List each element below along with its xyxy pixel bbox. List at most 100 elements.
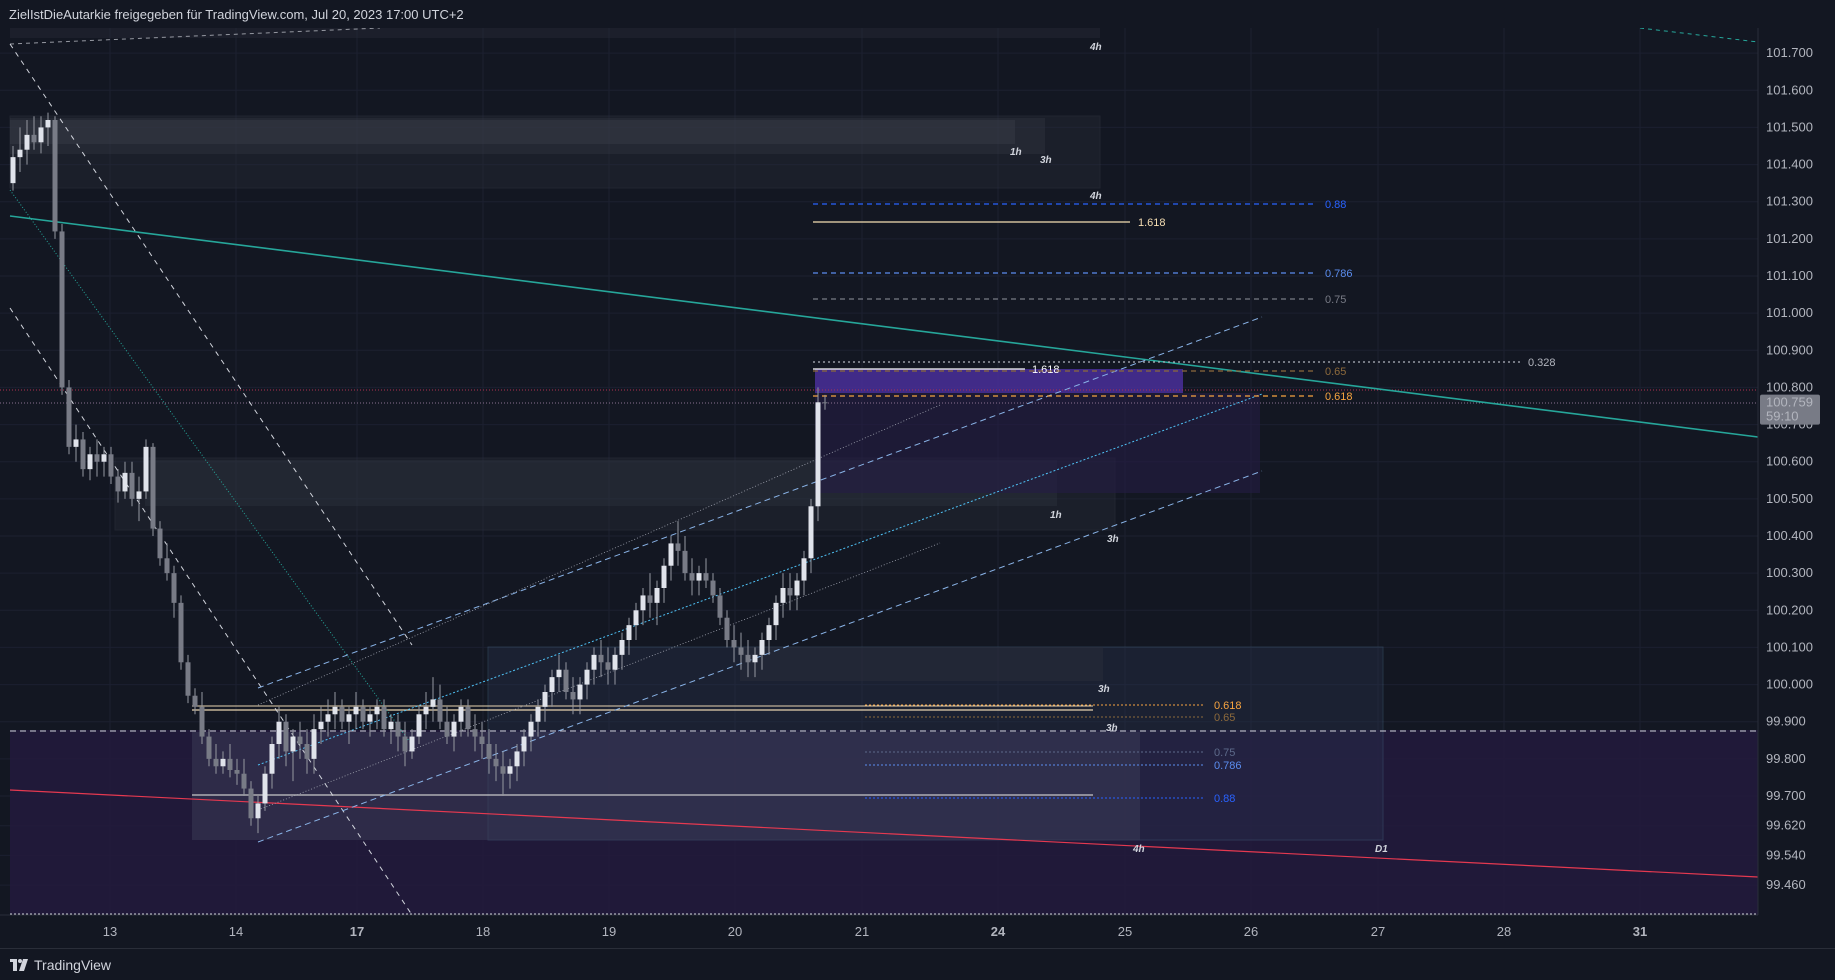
candle-body — [528, 721, 534, 737]
candle-body — [59, 231, 65, 388]
time-axis-label-19: 19 — [602, 924, 616, 939]
trendline-teal-dashed — [1639, 27, 1759, 43]
price-axis-tick: 101.100 — [1766, 268, 1813, 283]
zone-label-3h: 3h — [1107, 534, 1119, 545]
candle-body — [122, 472, 128, 492]
candle-body — [815, 402, 821, 507]
candle-body — [101, 454, 107, 462]
candle-body — [444, 721, 450, 737]
candle-body — [150, 446, 156, 529]
candle-body — [129, 472, 135, 499]
candle-body — [311, 729, 317, 759]
fib-upper-label-0_786: 0.786 — [1325, 268, 1353, 280]
price-axis-tick: 100.500 — [1766, 491, 1813, 506]
candle-body — [605, 662, 611, 670]
candle-body — [430, 699, 436, 707]
fib-upper-label-1_618: 1.618 — [1032, 364, 1060, 376]
chart-header: ZielIstDieAutarkie freigegeben für Tradi… — [0, 0, 1835, 28]
candle-body — [213, 758, 219, 767]
candle-body — [731, 640, 737, 648]
price-axis-tick: 100.100 — [1766, 639, 1813, 654]
candle-body — [458, 706, 464, 722]
channel-zone — [815, 393, 1260, 493]
zone-label-1h: 1h — [1010, 147, 1022, 158]
candle-body — [493, 758, 499, 767]
candle-body — [570, 692, 576, 700]
candle-body — [500, 766, 506, 774]
candle-body — [822, 402, 828, 404]
candle-body — [38, 127, 44, 143]
candle-body — [696, 573, 702, 581]
candle-body — [416, 714, 422, 737]
fib-upper-label-1_618: 1.618 — [1138, 217, 1166, 229]
candle-body — [710, 580, 716, 596]
zone-label-3h: 3h — [1040, 155, 1052, 166]
current-price-label: 100.759 — [1766, 395, 1813, 410]
candle-body — [514, 751, 520, 767]
candle-body — [654, 588, 660, 603]
candle-body — [199, 706, 205, 737]
candle-body — [787, 588, 793, 596]
candle-body — [262, 773, 268, 804]
fib-upper-label-0_88: 0.88 — [1325, 199, 1346, 211]
time-axis-label-17: 17 — [350, 924, 364, 939]
candle-body — [402, 736, 408, 752]
footer-bar: TradingView — [0, 948, 1835, 980]
candle-body — [241, 773, 247, 789]
fib-upper-label-0_328: 0.328 — [1528, 357, 1556, 369]
candle-body — [304, 744, 310, 759]
candle-body — [94, 454, 100, 462]
fib-lower-label-0_75: 0.75 — [1214, 747, 1235, 759]
candle-body — [409, 736, 415, 752]
price-axis-tick: 100.800 — [1766, 379, 1813, 394]
fib-lower-label-0_65: 0.65 — [1214, 712, 1235, 724]
candle-body — [577, 684, 583, 700]
candle-body — [472, 729, 478, 737]
tradingview-logo[interactable]: TradingView — [10, 957, 111, 973]
candle-body — [346, 714, 352, 722]
candle-body — [297, 736, 303, 744]
candle-body — [451, 721, 457, 737]
price-axis-tick: 99.540 — [1766, 847, 1806, 862]
candle-body — [801, 558, 807, 581]
zone-label-D1: D1 — [1375, 844, 1388, 855]
fib-upper-label-0_65: 0.65 — [1325, 366, 1346, 378]
candle-body — [115, 476, 121, 492]
time-axis-label-25: 25 — [1118, 924, 1132, 939]
time-axis-label-31: 31 — [1633, 924, 1647, 939]
supply-zone — [815, 369, 1183, 393]
time-axis-label-13: 13 — [103, 924, 117, 939]
price-axis-tick: 99.700 — [1766, 788, 1806, 803]
candle-body — [759, 640, 765, 655]
price-axis-tick: 101.200 — [1766, 231, 1813, 246]
price-chart[interactable]: 0.881.6180.7860.750.3281.618 0.650.6180.6… — [0, 0, 1835, 979]
candle-body — [633, 610, 639, 626]
fib-lower-label-0_786: 0.786 — [1214, 760, 1242, 772]
candle-body — [276, 721, 282, 744]
price-axis-tick: 100.200 — [1766, 602, 1813, 617]
candle-body — [521, 736, 527, 752]
zone-label-4h: 4h — [1089, 191, 1102, 202]
price-axis-tick: 101.000 — [1766, 305, 1813, 320]
candle-body — [381, 706, 387, 730]
candle-body — [619, 640, 625, 655]
candle-body — [766, 625, 772, 640]
candle-body — [486, 744, 492, 759]
fib-upper-label-0_75: 0.75 — [1325, 294, 1346, 306]
time-axis-label-14: 14 — [229, 924, 243, 939]
candle-body — [752, 654, 758, 663]
candle-body — [353, 706, 359, 715]
candle-body — [794, 580, 800, 596]
candle-body — [640, 595, 646, 611]
price-axis-tick: 100.300 — [1766, 565, 1813, 580]
candle-body — [703, 573, 709, 581]
zone-3h-low — [740, 647, 1103, 681]
candle-body — [808, 506, 814, 559]
price-axis-tick: 99.800 — [1766, 751, 1806, 766]
price-axis-tick: 101.400 — [1766, 157, 1813, 172]
candle-body — [738, 647, 744, 655]
candle-body — [157, 528, 163, 559]
candle-body — [437, 699, 443, 722]
price-axis-tick: 101.700 — [1766, 45, 1813, 60]
candle-body — [234, 770, 240, 774]
